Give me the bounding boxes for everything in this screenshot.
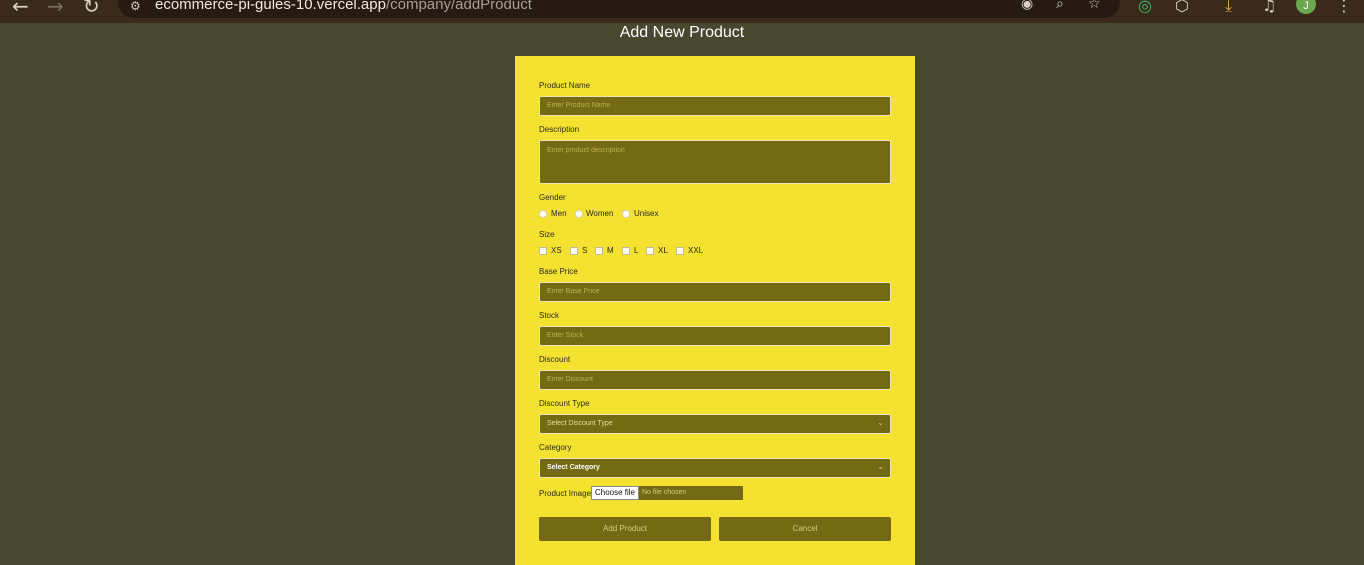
size-s-checkbox[interactable] [570,247,578,255]
base-price-input[interactable]: Enter Base Price [539,282,891,302]
gender-unisex-label: Unisex [634,209,659,218]
size-xs-checkbox[interactable] [539,247,547,255]
download-icon[interactable]: ⤓ [1225,0,1232,16]
size-s-label: S [582,246,588,255]
product-image-label: Product Image [539,489,592,498]
description-textarea[interactable]: Enter product description [539,140,891,184]
description-label: Description [539,125,580,134]
gender-women-label: Women [586,209,614,218]
discount-type-label: Discount Type [539,399,590,408]
gender-women-radio[interactable] [575,210,583,218]
page-title: Add New Product [619,24,745,41]
choose-file-button[interactable]: Choose file [591,486,639,500]
add-product-form: Product Name Enter Product Name Descript… [515,56,915,565]
site-settings-icon[interactable]: ⚙ [130,0,141,13]
extension-icon[interactable]: ◎ [1138,0,1152,15]
browser-toolbar: ← → ↻ ⚙ ecommerce-pi-gules-10.vercel.app… [0,0,1364,23]
size-xxl-label: XXL [688,246,704,255]
size-xl-checkbox[interactable] [646,247,654,255]
discount-type-select[interactable]: Select Discount Type ⌄ [539,414,891,434]
product-name-label: Product Name [539,81,591,90]
size-label: Size [539,230,555,239]
forward-arrow-icon[interactable]: → [47,0,64,18]
incognito-icon[interactable]: ◉ [1021,0,1033,12]
chevron-down-icon: ⌄ [877,462,884,471]
category-select[interactable]: Select Category ⌄ [539,458,891,478]
chevron-down-icon: ⌄ [877,418,884,427]
add-product-button[interactable]: Add Product [539,517,711,541]
discount-input[interactable]: Enter Discount [539,370,891,390]
product-name-input[interactable]: Enter Product Name [539,96,891,116]
size-m-checkbox[interactable] [595,247,603,255]
url-text: ecommerce-pi-gules-10.vercel.app/company… [155,0,532,13]
size-l-label: L [634,246,639,255]
size-xl-label: XL [658,246,668,255]
cancel-button[interactable]: Cancel [719,517,891,541]
base-price-label: Base Price [539,267,578,276]
reload-icon[interactable]: ↻ [83,0,100,18]
gender-label: Gender [539,193,566,202]
size-m-label: M [607,246,614,255]
stock-input[interactable]: Enter Stock [539,326,891,346]
stock-label: Stock [539,311,560,320]
address-bar[interactable]: ⚙ ecommerce-pi-gules-10.vercel.app/compa… [118,0,1120,18]
size-xs-label: XS [551,246,562,255]
size-xxl-checkbox[interactable] [676,247,684,255]
menu-dots-icon[interactable]: ⋮ [1336,0,1352,15]
avatar[interactable]: J [1296,0,1316,14]
size-l-checkbox[interactable] [622,247,630,255]
back-arrow-icon[interactable]: ← [12,0,29,18]
extensions-puzzle-icon[interactable]: ⬡ [1175,0,1189,15]
bookmark-star-icon[interactable]: ☆ [1088,0,1101,12]
gender-men-label: Men [551,209,567,218]
category-label: Category [539,443,572,452]
gender-unisex-radio[interactable] [622,210,630,218]
gender-men-radio[interactable] [539,210,547,218]
media-control-icon[interactable]: ♫ [1262,0,1276,15]
discount-label: Discount [539,355,571,364]
search-icon[interactable]: ⌕ [1056,0,1064,12]
file-status-text: No file chosen [639,486,743,500]
